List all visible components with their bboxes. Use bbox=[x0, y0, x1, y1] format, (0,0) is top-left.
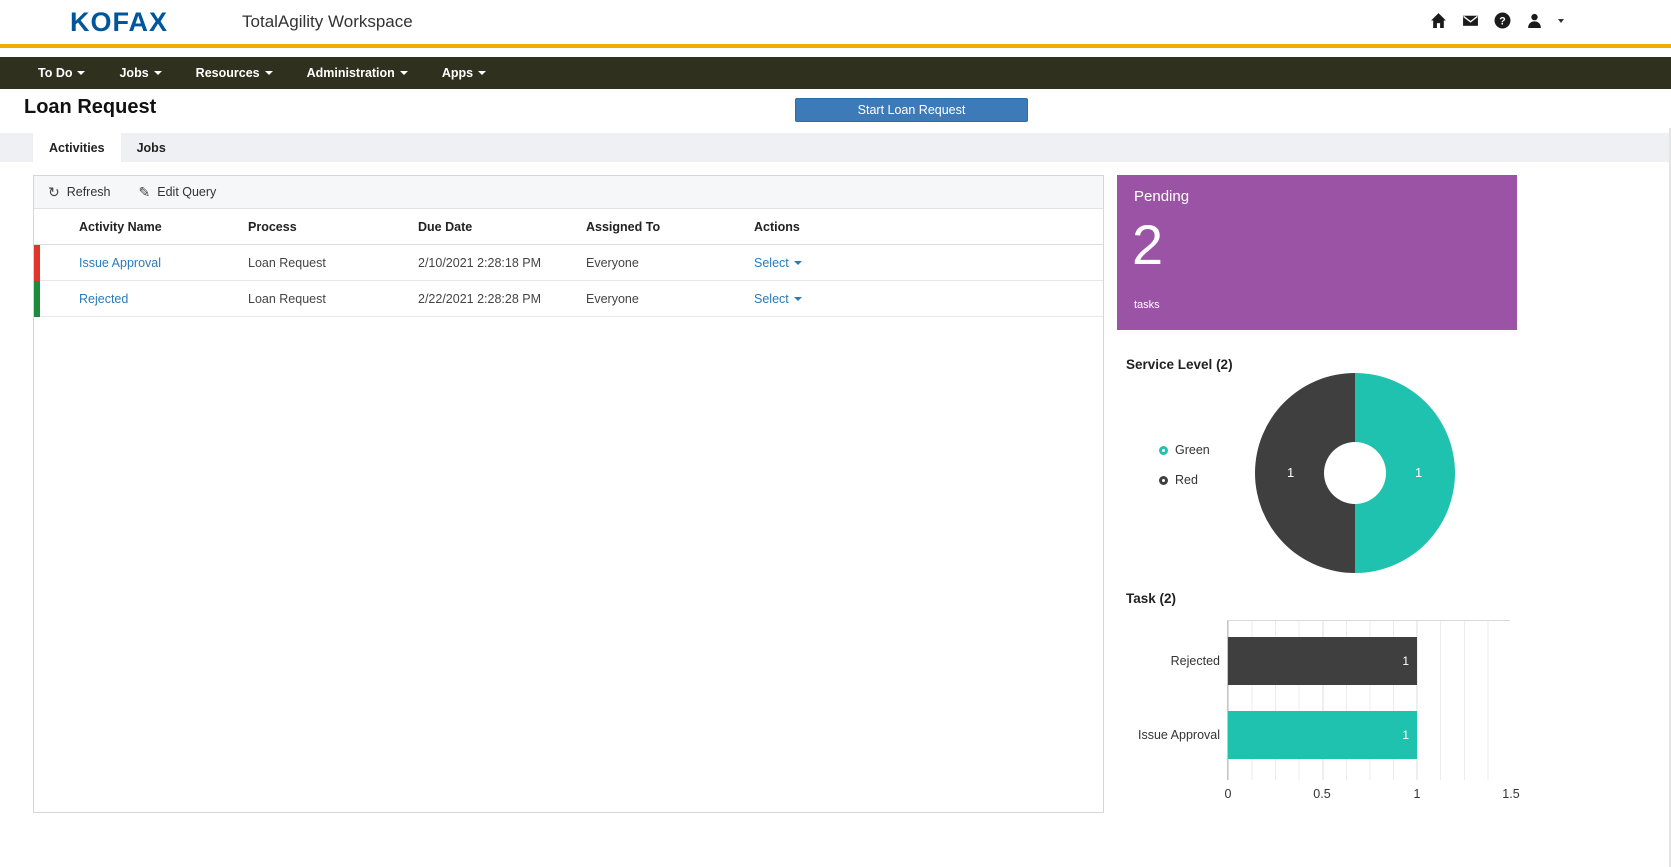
user-icon[interactable] bbox=[1526, 12, 1543, 29]
tab-strip: Activities Jobs bbox=[0, 133, 1671, 162]
pending-count: 2 bbox=[1132, 217, 1163, 273]
col-assigned-to: Assigned To bbox=[586, 220, 754, 234]
x-axis-tick-05: 0.5 bbox=[1313, 787, 1330, 801]
table-row: Rejected Loan Request 2/22/2021 2:28:28 … bbox=[34, 281, 1103, 317]
chevron-down-icon bbox=[794, 261, 802, 265]
nav-item-resources[interactable]: Resources bbox=[179, 57, 290, 89]
edit-query-label: Edit Query bbox=[157, 185, 216, 199]
legend-marker-red bbox=[1159, 476, 1168, 485]
task-chart-title: Task (2) bbox=[1126, 591, 1176, 606]
nav-item-administration[interactable]: Administration bbox=[290, 57, 425, 89]
edit-query-button[interactable]: ✎ Edit Query bbox=[139, 184, 217, 201]
grid-toolbar: ↻ Refresh ✎ Edit Query bbox=[34, 176, 1103, 209]
legend-item-red[interactable]: Red bbox=[1159, 473, 1210, 487]
process-cell: Loan Request bbox=[248, 256, 418, 270]
nav-item-jobs-label: Jobs bbox=[119, 66, 148, 80]
home-icon[interactable] bbox=[1430, 12, 1447, 29]
chevron-down-icon bbox=[265, 71, 273, 75]
tab-activities[interactable]: Activities bbox=[33, 133, 121, 162]
select-action-label: Select bbox=[754, 256, 789, 270]
kofax-logo: KOFAX bbox=[70, 7, 168, 38]
nav-item-todo[interactable]: To Do bbox=[21, 57, 102, 89]
donut-value-red: 1 bbox=[1287, 465, 1294, 480]
legend-label-green: Green bbox=[1175, 443, 1210, 457]
nav-item-apps-label: Apps bbox=[442, 66, 473, 80]
x-axis-tick-15: 1.5 bbox=[1502, 787, 1519, 801]
bar-category-rejected: Rejected bbox=[1120, 654, 1220, 668]
process-cell: Loan Request bbox=[248, 292, 418, 306]
due-date-cell: 2/22/2021 2:28:28 PM bbox=[418, 292, 586, 306]
x-axis-tick-1: 1 bbox=[1414, 787, 1421, 801]
col-activity-name: Activity Name bbox=[79, 220, 248, 234]
chevron-down-icon bbox=[400, 71, 408, 75]
col-due-date: Due Date bbox=[418, 220, 586, 234]
select-action-dropdown[interactable]: Select bbox=[754, 256, 802, 270]
chevron-down-icon bbox=[154, 71, 162, 75]
x-axis-tick-0: 0 bbox=[1225, 787, 1232, 801]
table-row: Issue Approval Loan Request 2/10/2021 2:… bbox=[34, 245, 1103, 281]
bar-value-rejected: 1 bbox=[1402, 654, 1409, 668]
nav-item-resources-label: Resources bbox=[196, 66, 260, 80]
donut-value-green: 1 bbox=[1415, 465, 1422, 480]
workspace-page: KOFAX TotalAgility Workspace ? To Do Job… bbox=[0, 0, 1671, 867]
service-level-chart-title: Service Level (2) bbox=[1126, 357, 1233, 372]
activities-panel: ↻ Refresh ✎ Edit Query Activity Name Pro… bbox=[33, 175, 1104, 813]
header-icons: ? bbox=[1430, 12, 1564, 29]
chevron-down-icon bbox=[794, 297, 802, 301]
app-title: TotalAgility Workspace bbox=[242, 12, 413, 32]
page-title: Loan Request bbox=[24, 96, 156, 119]
table-header: Activity Name Process Due Date Assigned … bbox=[34, 209, 1103, 245]
help-icon[interactable]: ? bbox=[1494, 12, 1511, 29]
col-process: Process bbox=[248, 220, 418, 234]
top-header: KOFAX TotalAgility Workspace ? bbox=[0, 0, 1671, 44]
svg-text:?: ? bbox=[1499, 15, 1505, 27]
due-date-cell: 2/10/2021 2:28:18 PM bbox=[418, 256, 586, 270]
accent-line bbox=[0, 44, 1671, 48]
pending-tile[interactable]: Pending 2 tasks bbox=[1117, 175, 1517, 330]
start-loan-request-button[interactable]: Start Loan Request bbox=[795, 98, 1028, 122]
chevron-down-icon bbox=[77, 71, 85, 75]
task-bar-chart: Rejected Issue Approval 1 1 0 0.5 1 1.5 bbox=[1227, 620, 1510, 780]
pending-subtitle: tasks bbox=[1134, 299, 1160, 311]
sla-indicator-red bbox=[34, 245, 40, 281]
nav-item-apps[interactable]: Apps bbox=[425, 57, 503, 89]
col-actions: Actions bbox=[754, 220, 1103, 234]
service-level-donut-chart: 1 1 bbox=[1255, 373, 1455, 573]
activity-link[interactable]: Issue Approval bbox=[79, 256, 161, 270]
legend-marker-green bbox=[1159, 446, 1168, 455]
refresh-label: Refresh bbox=[67, 185, 111, 199]
main-nav: To Do Jobs Resources Administration Apps bbox=[0, 57, 1671, 89]
nav-item-administration-label: Administration bbox=[307, 66, 395, 80]
edit-pencil-icon: ✎ bbox=[139, 184, 151, 201]
assigned-to-cell: Everyone bbox=[586, 256, 754, 270]
dashboard-sidebar: Pending 2 tasks Service Level (2) Green … bbox=[1117, 175, 1517, 815]
mail-icon[interactable] bbox=[1462, 12, 1479, 29]
refresh-icon: ↻ bbox=[48, 184, 60, 201]
bar-category-issue-approval: Issue Approval bbox=[1120, 728, 1220, 742]
nav-item-todo-label: To Do bbox=[38, 66, 72, 80]
chevron-down-icon bbox=[478, 71, 486, 75]
legend-label-red: Red bbox=[1175, 473, 1198, 487]
bar-rejected: 1 bbox=[1228, 637, 1417, 685]
legend-item-green[interactable]: Green bbox=[1159, 443, 1210, 457]
pending-title: Pending bbox=[1134, 188, 1189, 205]
refresh-button[interactable]: ↻ Refresh bbox=[48, 184, 111, 201]
select-action-dropdown[interactable]: Select bbox=[754, 292, 802, 306]
bar-value-issue-approval: 1 bbox=[1402, 728, 1409, 742]
sla-indicator-green bbox=[34, 281, 40, 317]
donut-legend: Green Red bbox=[1159, 443, 1210, 487]
bar-issue-approval: 1 bbox=[1228, 711, 1417, 759]
user-menu-caret-icon[interactable] bbox=[1558, 19, 1564, 23]
activity-link[interactable]: Rejected bbox=[79, 292, 128, 306]
assigned-to-cell: Everyone bbox=[586, 292, 754, 306]
select-action-label: Select bbox=[754, 292, 789, 306]
nav-item-jobs[interactable]: Jobs bbox=[102, 57, 178, 89]
tab-jobs[interactable]: Jobs bbox=[121, 133, 182, 162]
